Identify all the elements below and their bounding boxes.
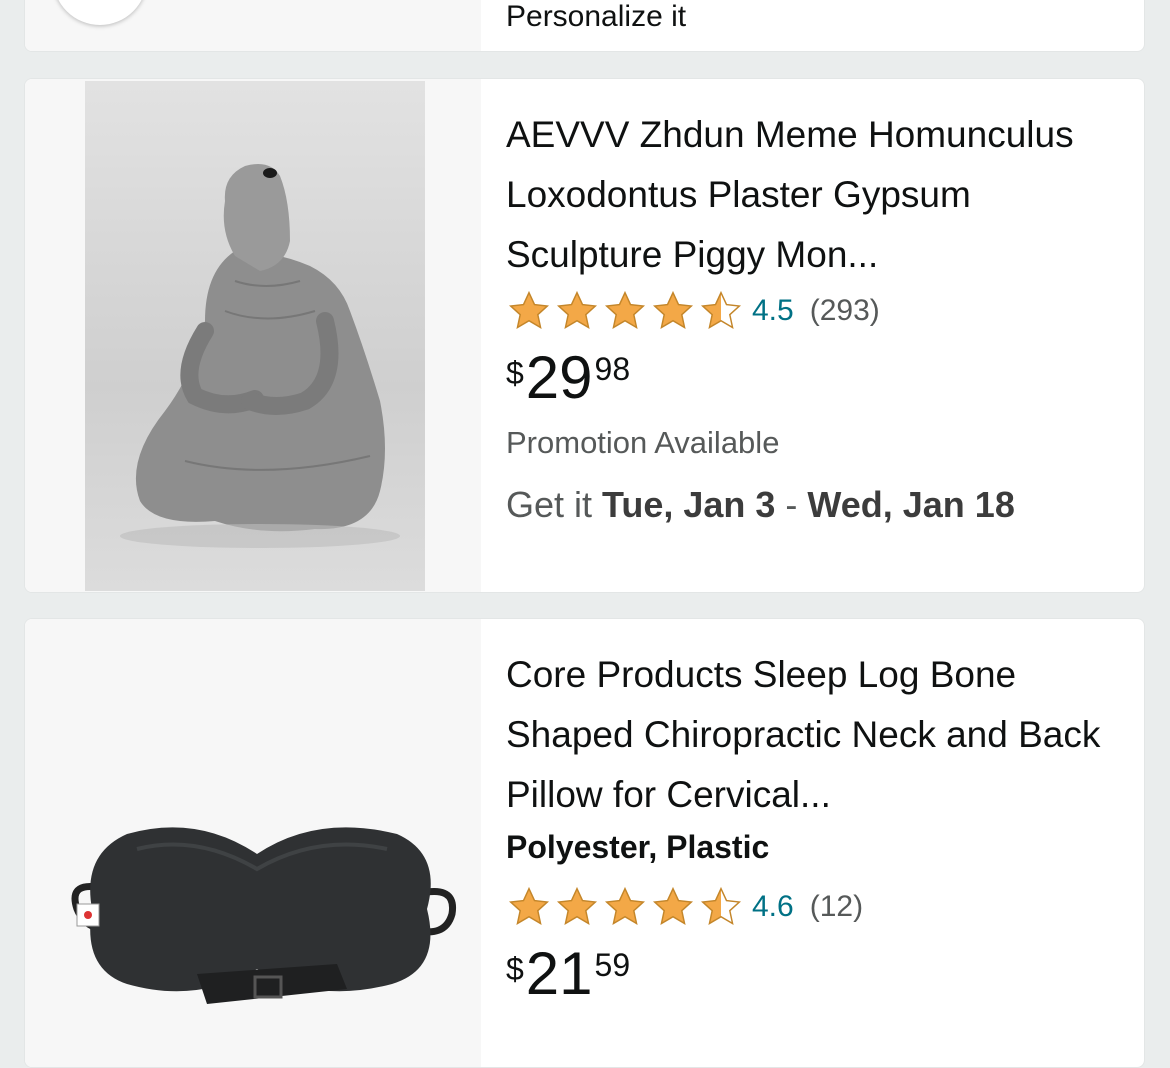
price-symbol: $ [506, 951, 524, 987]
personalize-icon[interactable] [53, 0, 147, 25]
price: $ 21 59 [506, 941, 1124, 1011]
price-symbol: $ [506, 355, 524, 391]
star-full-icon [652, 290, 694, 329]
star-rating [506, 885, 746, 929]
rating-row[interactable]: 4.6 (12) [506, 881, 1124, 933]
delivery-start-date: Tue, Jan 3 [602, 484, 776, 525]
price-fraction: 59 [594, 947, 631, 983]
price-whole: 21 [525, 940, 593, 1007]
rating-row[interactable]: 4.5 (293) [506, 285, 1124, 337]
product-title[interactable]: AEVVV Zhdun Meme Homunculus Loxodontus P… [506, 105, 1124, 285]
star-half-icon [700, 886, 742, 925]
star-half-icon [700, 290, 742, 329]
personalize-image-pane [25, 0, 481, 51]
star-full-icon [604, 886, 646, 925]
star-full-icon [508, 290, 550, 329]
delivery-info: Get it Tue, Jan 3 - Wed, Jan 18 [506, 483, 1124, 527]
product-card[interactable]: AEVVV Zhdun Meme Homunculus Loxodontus P… [24, 78, 1145, 593]
star-full-icon [652, 886, 694, 925]
zhdun-sculpture-image [85, 81, 425, 591]
personalize-link[interactable]: Personalize it [506, 0, 1124, 35]
price-fraction: 98 [594, 351, 631, 387]
material-label: Polyester, Plastic [506, 829, 770, 865]
price-whole: 29 [525, 344, 593, 411]
product-card[interactable]: Core Products Sleep Log Bone Shaped Chir… [24, 618, 1145, 1068]
product-image[interactable] [25, 619, 481, 1067]
star-full-icon [556, 886, 598, 925]
promotion-label: Promotion Available [506, 425, 780, 460]
star-full-icon [604, 290, 646, 329]
delivery-prefix: Get it [506, 484, 603, 525]
price: $ 29 98 [506, 345, 1124, 415]
rating-count[interactable]: (12) [810, 890, 863, 924]
delivery-end-date: Wed, Jan 18 [807, 484, 1015, 525]
personalize-card[interactable]: Personalize it [24, 0, 1145, 52]
rating-value[interactable]: 4.5 [752, 294, 794, 328]
star-full-icon [556, 290, 598, 329]
delivery-separator: - [775, 484, 808, 525]
star-full-icon [508, 886, 550, 925]
neck-pillow-image [71, 827, 457, 1004]
rating-count[interactable]: (293) [810, 294, 880, 328]
product-title[interactable]: Core Products Sleep Log Bone Shaped Chir… [506, 645, 1124, 825]
rating-value[interactable]: 4.6 [752, 890, 794, 924]
product-image[interactable] [25, 79, 481, 592]
star-rating [506, 289, 746, 333]
